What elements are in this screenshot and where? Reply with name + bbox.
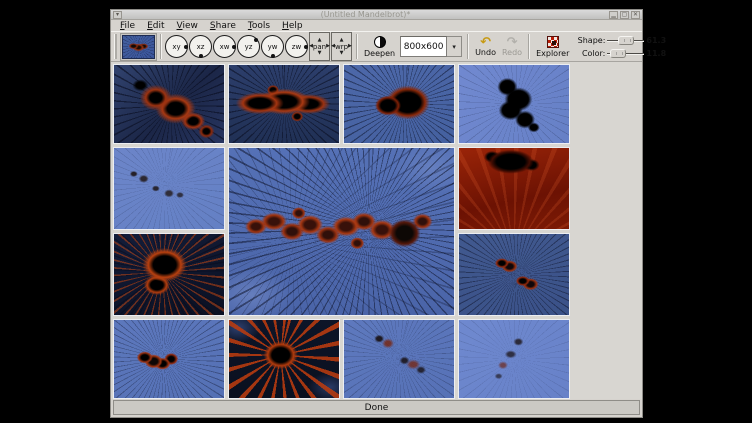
status-text: Done <box>365 403 389 413</box>
fractal-preview-button[interactable] <box>120 33 157 61</box>
pan-down-icon[interactable]: ▼ <box>318 51 322 56</box>
rotate-xy-label: xy <box>172 43 180 51</box>
rotate-xy-dot-icon <box>184 45 188 49</box>
rotate-xy-button[interactable]: xy <box>165 35 188 58</box>
toolbar-separator <box>528 34 530 59</box>
maximize-button[interactable]: ▢ <box>620 11 629 19</box>
close-button[interactable]: ✕ <box>631 11 640 19</box>
app-window: ▾ (Untitled Mandelbrot)* ▁ ▢ ✕ FileEditV… <box>110 9 643 418</box>
pan-button[interactable]: ▲ ◀ pan ▶ ▼ <box>309 32 330 61</box>
shape-slider-handle[interactable] <box>618 36 634 45</box>
color-value: 11.8 <box>646 49 668 58</box>
rotate-xz-label: xz <box>197 43 205 51</box>
rotate-zw-label: zw <box>292 43 301 51</box>
menu-item-edit[interactable]: Edit <box>141 21 170 31</box>
window-title: (Untitled Mandelbrot)* <box>123 10 608 19</box>
rotate-xw-button[interactable]: xw <box>213 35 236 58</box>
menu-item-tools[interactable]: Tools <box>242 21 276 31</box>
rotate-zw-dot-icon <box>304 45 308 49</box>
undo-button[interactable]: ↶ Undo <box>472 37 499 57</box>
undo-label: Undo <box>475 48 496 57</box>
rotate-xw-label: xw <box>220 43 230 51</box>
explorer-grid <box>113 64 640 399</box>
explorer-toggle-button[interactable]: Explorer <box>533 36 572 58</box>
warp-right-icon[interactable]: ▶ <box>348 44 352 49</box>
explorer-sliders: Shape: 61.3 Color: 11.8 <box>574 35 668 59</box>
rotate-zw-button[interactable]: zw <box>285 35 308 58</box>
rotate-yw-label: yw <box>268 43 278 51</box>
rotate-yz-label: yz <box>245 43 253 51</box>
rotate-xw-dot-icon <box>232 45 236 49</box>
mutant-tile-top-2[interactable] <box>228 64 340 144</box>
toolbar-separator <box>356 34 358 59</box>
menu-item-file[interactable]: File <box>114 21 141 31</box>
minimize-button[interactable]: ▁ <box>609 11 618 19</box>
mutant-tile-bot-1[interactable] <box>113 319 225 399</box>
rotate-yz-button[interactable]: yz <box>237 35 260 58</box>
rotate-xz-dot-icon <box>199 54 203 58</box>
redo-icon: ↷ <box>507 37 518 48</box>
mutant-tile-bottom-left[interactable] <box>113 233 225 316</box>
content-area <box>111 62 642 399</box>
mutant-tile-top-3[interactable] <box>343 64 455 144</box>
color-slider[interactable] <box>607 48 644 59</box>
explorer-icon <box>547 36 559 48</box>
color-slider-handle[interactable] <box>610 49 626 58</box>
fractal-preview-thumbnail <box>122 35 155 59</box>
color-label: Color: <box>574 49 605 58</box>
menubar: FileEditViewShareToolsHelp <box>111 20 642 31</box>
toolbar-separator <box>467 34 469 59</box>
toolbar-separator <box>160 34 162 59</box>
shape-value: 61.3 <box>646 36 668 45</box>
progress-bar: Done <box>113 400 640 415</box>
menu-item-share[interactable]: Share <box>204 21 242 31</box>
resolution-value: 800x600 <box>400 36 447 57</box>
deepen-label: Deepen <box>364 49 395 58</box>
mutant-tile-mid-left[interactable] <box>113 147 225 230</box>
warp-down-icon[interactable]: ▼ <box>340 51 344 56</box>
main-fractal-view[interactable] <box>228 147 455 316</box>
explorer-label: Explorer <box>536 49 569 58</box>
rotate-button-group: xy xz xw yz yw zw <box>165 35 309 58</box>
mutant-tile-bottom-right[interactable] <box>458 233 570 316</box>
redo-button[interactable]: ↷ Redo <box>499 37 525 57</box>
window-menu-button[interactable]: ▾ <box>113 11 122 19</box>
mutant-tile-bot-2[interactable] <box>228 319 340 399</box>
rotate-yw-dot-icon <box>271 54 275 58</box>
mutant-tile-mid-right[interactable] <box>458 147 570 230</box>
toolbar: xy xz xw yz yw zw ▲ ◀ pan ▶ ▼ ▲ ◀ wrp ▶ ▼ Dee… <box>111 31 642 62</box>
shape-label: Shape: <box>574 36 605 45</box>
shape-slider[interactable] <box>607 35 644 46</box>
rotate-yw-button[interactable]: yw <box>261 35 284 58</box>
mutant-tile-bot-3[interactable] <box>343 319 455 399</box>
deepen-icon <box>374 36 386 48</box>
pan-right-icon[interactable]: ▶ <box>326 44 330 49</box>
rotate-xz-button[interactable]: xz <box>189 35 212 58</box>
chevron-down-icon[interactable]: ▾ <box>447 36 462 57</box>
rotate-yz-dot-icon <box>254 38 258 42</box>
toolbar-grip[interactable] <box>114 34 117 59</box>
mutant-tile-top-4[interactable] <box>458 64 570 144</box>
mutant-tile-top-1[interactable] <box>113 64 225 144</box>
menu-item-view[interactable]: View <box>171 21 204 31</box>
desktop: { "window": { "title": "(Untitled Mandel… <box>0 0 752 423</box>
mutant-tile-bot-4[interactable] <box>458 319 570 399</box>
warp-button[interactable]: ▲ ◀ wrp ▶ ▼ <box>331 32 352 61</box>
undo-icon: ↶ <box>480 37 491 48</box>
resolution-combo[interactable]: 800x600 ▾ <box>400 36 462 57</box>
menu-item-help[interactable]: Help <box>276 21 309 31</box>
redo-label: Redo <box>502 48 522 57</box>
titlebar: ▾ (Untitled Mandelbrot)* ▁ ▢ ✕ <box>111 10 642 20</box>
deepen-button[interactable]: Deepen <box>361 36 398 58</box>
